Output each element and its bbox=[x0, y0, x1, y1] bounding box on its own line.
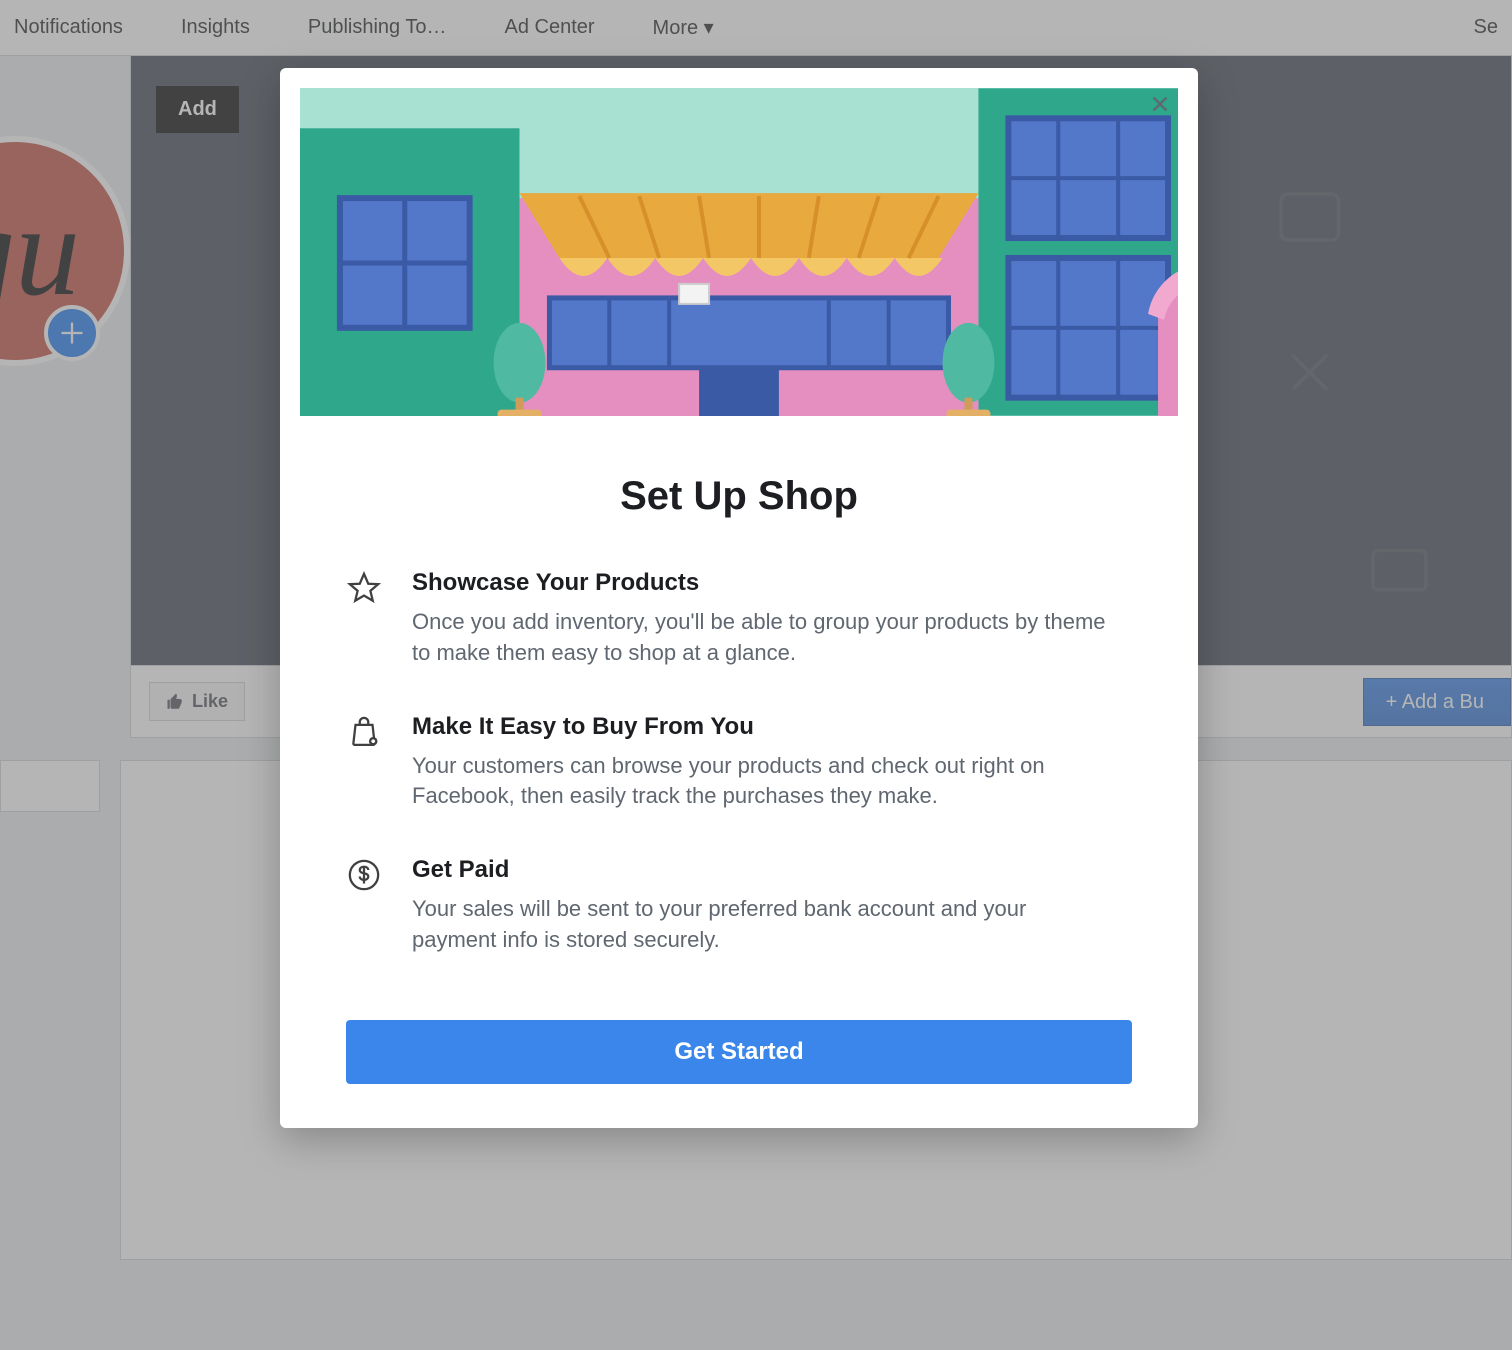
feature-paid-title: Get Paid bbox=[412, 856, 1112, 884]
setup-shop-modal: Set Up Shop Showcase Your Products Once … bbox=[280, 68, 1198, 1128]
close-icon bbox=[1149, 93, 1171, 115]
modal-title: Set Up Shop bbox=[280, 474, 1198, 519]
shop-illustration bbox=[300, 88, 1178, 416]
close-button[interactable] bbox=[1144, 88, 1176, 120]
get-started-button[interactable]: Get Started bbox=[346, 1020, 1132, 1084]
feature-showcase-desc: Once you add inventory, you'll be able t… bbox=[412, 607, 1112, 669]
modal-hero-illustration bbox=[300, 88, 1178, 416]
feature-buy-title: Make It Easy to Buy From You bbox=[412, 713, 1112, 741]
feature-buy: Make It Easy to Buy From You Your custom… bbox=[346, 713, 1132, 813]
feature-list: Showcase Your Products Once you add inve… bbox=[280, 569, 1198, 956]
feature-paid: Get Paid Your sales will be sent to your… bbox=[346, 856, 1132, 956]
feature-showcase: Showcase Your Products Once you add inve… bbox=[346, 569, 1132, 669]
dollar-icon bbox=[346, 858, 382, 898]
feature-showcase-title: Showcase Your Products bbox=[412, 569, 1112, 597]
bag-icon bbox=[346, 715, 382, 755]
feature-paid-desc: Your sales will be sent to your preferre… bbox=[412, 894, 1112, 956]
star-icon bbox=[346, 571, 382, 611]
feature-buy-desc: Your customers can browse your products … bbox=[412, 751, 1112, 813]
